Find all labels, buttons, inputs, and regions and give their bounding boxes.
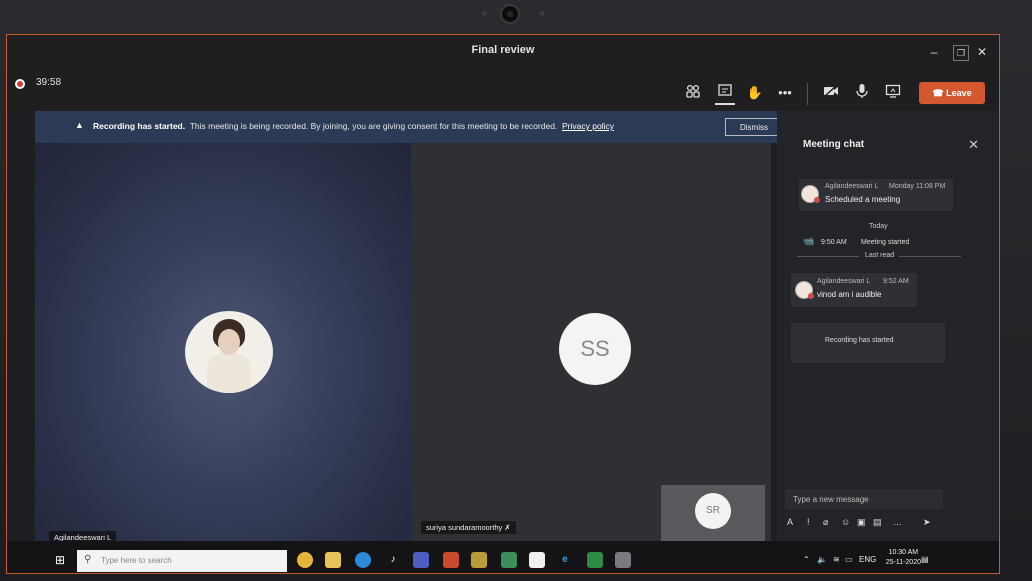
format-icon[interactable]: A	[787, 517, 793, 527]
camera-icon[interactable]	[821, 83, 841, 103]
self-video-tile: SR	[661, 485, 765, 541]
windows-start-icon[interactable]: ⊞	[55, 553, 65, 567]
tray-chevron-icon[interactable]: ⌃	[803, 555, 810, 564]
priority-icon[interactable]: !	[807, 517, 810, 527]
recording-icon	[15, 79, 25, 89]
more-icon[interactable]: •••	[775, 83, 795, 103]
chat-title: Meeting chat	[803, 139, 865, 150]
restore-button[interactable]: ❐	[953, 45, 969, 61]
banner-message: This meeting is being recorded. By joini…	[189, 121, 558, 131]
attach-icon[interactable]: ⌀	[823, 517, 828, 528]
local-video-tile: Agilandeeswari L	[35, 143, 417, 544]
meeting-timer: 39:58	[36, 77, 62, 88]
video-icon: 📹	[803, 236, 815, 246]
author-avatar	[795, 281, 814, 299]
message-author: Agilandeeswari L	[825, 183, 879, 190]
search-icon: ⚲	[84, 554, 92, 565]
app-icon[interactable]	[471, 552, 487, 568]
compose-box[interactable]: Type a new message	[785, 489, 943, 509]
language-indicator[interactable]: ENG	[859, 555, 876, 564]
emoji-icon[interactable]: ☺	[841, 517, 850, 527]
clock-date: 25-11-2020	[885, 559, 921, 566]
remote-participant-name: suriya sundaramoorthy	[426, 523, 503, 532]
webcam	[500, 4, 520, 24]
volume-icon[interactable]: 🔈	[817, 555, 827, 564]
battery-icon[interactable]: ▭	[845, 555, 853, 564]
meeting-chat-pane: Meeting chat ✕ Agilandeeswari L Monday 1…	[777, 111, 999, 543]
divider	[807, 83, 808, 105]
title-bar: Final review – ❐ ✕	[7, 35, 999, 69]
author-avatar	[801, 185, 820, 203]
system-message-text: Recording has started	[825, 337, 894, 344]
event-text: Meeting started	[861, 239, 910, 246]
leave-label: Leave	[946, 88, 972, 98]
warning-icon: ▲	[75, 120, 84, 130]
system-message: Recording has started	[791, 323, 945, 363]
raise-hand-icon[interactable]: ✋	[745, 83, 765, 103]
screen: Final review – ❐ ✕ 39:58 ✋ ••• ☎ Leave ▲	[6, 34, 1000, 574]
remote-video-tile: SS suriya sundaramoorthy ✗	[411, 143, 771, 541]
sticker-icon[interactable]: ▤	[873, 517, 882, 528]
recording-banner: ▲ Recording has started. This meeting is…	[35, 111, 789, 143]
edge-icon[interactable]	[355, 552, 371, 568]
close-chat-icon[interactable]: ✕	[968, 137, 979, 153]
more-options-icon[interactable]: …	[893, 517, 902, 527]
mic-muted-icon: ✗	[504, 523, 511, 532]
self-avatar: SR	[695, 493, 731, 529]
privacy-policy-link[interactable]: Privacy policy	[562, 121, 614, 131]
message-time: Monday 11:08 PM	[889, 183, 946, 190]
leave-button[interactable]: ☎ Leave	[919, 82, 985, 104]
system-clock[interactable]: 10:30 AM 25-11-2020	[886, 548, 921, 568]
mic-icon[interactable]	[852, 83, 872, 103]
compose-placeholder: Type a new message	[793, 495, 869, 504]
window-title: Final review	[471, 44, 535, 56]
excel-icon[interactable]	[587, 552, 603, 568]
document-icon[interactable]	[529, 552, 545, 568]
search-placeholder: Type here to search	[101, 556, 172, 565]
message-text: vinod am i audible	[817, 290, 882, 299]
chat-icon[interactable]	[715, 83, 735, 105]
chat-message: Agilandeeswari L Monday 11:08 PM Schedul…	[799, 179, 953, 211]
taskbar-search[interactable]: ⚲ Type here to search	[77, 550, 287, 572]
chat-message: Agilandeeswari L 9:52 AM vinod am i audi…	[791, 273, 917, 307]
file-explorer-icon[interactable]	[325, 552, 341, 568]
message-text: Scheduled a meeting	[825, 195, 901, 204]
teams-icon[interactable]	[413, 552, 429, 568]
divider	[797, 256, 859, 257]
notifications-icon[interactable]: ▤	[921, 555, 929, 564]
wifi-icon[interactable]: ≋	[833, 555, 840, 564]
close-window-button[interactable]: ✕	[971, 43, 993, 61]
app-icon[interactable]	[443, 552, 459, 568]
dismiss-button[interactable]: Dismiss	[725, 118, 783, 136]
divider	[899, 256, 961, 257]
message-author: Agilandeeswari L	[817, 278, 871, 285]
windows-taskbar: ⊞ ⚲ Type here to search ♪ e ⌃ 🔈 ≋ ▭ ENG …	[7, 541, 999, 573]
remote-avatar: SS	[559, 313, 631, 385]
ie-icon[interactable]: e	[557, 552, 573, 568]
date-divider: Today	[869, 223, 888, 230]
chrome-icon[interactable]	[297, 552, 313, 568]
event-time: 9:50 AM	[821, 239, 847, 246]
banner-text: Recording has started. This meeting is b…	[93, 121, 614, 131]
phone-hangup-icon: ☎	[932, 88, 944, 98]
share-screen-icon[interactable]	[883, 83, 903, 103]
app-icon[interactable]: ♪	[385, 552, 401, 568]
app-icon[interactable]	[615, 552, 631, 568]
sensor-dot	[482, 11, 487, 16]
send-icon[interactable]: ➤	[923, 517, 931, 528]
participants-icon[interactable]	[683, 83, 703, 103]
clock-time: 10:30 AM	[888, 549, 919, 556]
minimize-button[interactable]: –	[923, 43, 945, 61]
banner-strong: Recording has started.	[93, 121, 186, 131]
gif-icon[interactable]: ▣	[857, 517, 866, 528]
last-read-marker: Last read	[865, 252, 895, 259]
app-icon[interactable]	[501, 552, 517, 568]
remote-name-chip: suriya sundaramoorthy ✗	[421, 521, 516, 534]
sensor-dot	[540, 11, 545, 16]
participant-avatar	[185, 311, 273, 393]
meeting-control-bar: 39:58 ✋ ••• ☎ Leave	[7, 69, 999, 111]
message-time: 9:52 AM	[883, 278, 909, 285]
